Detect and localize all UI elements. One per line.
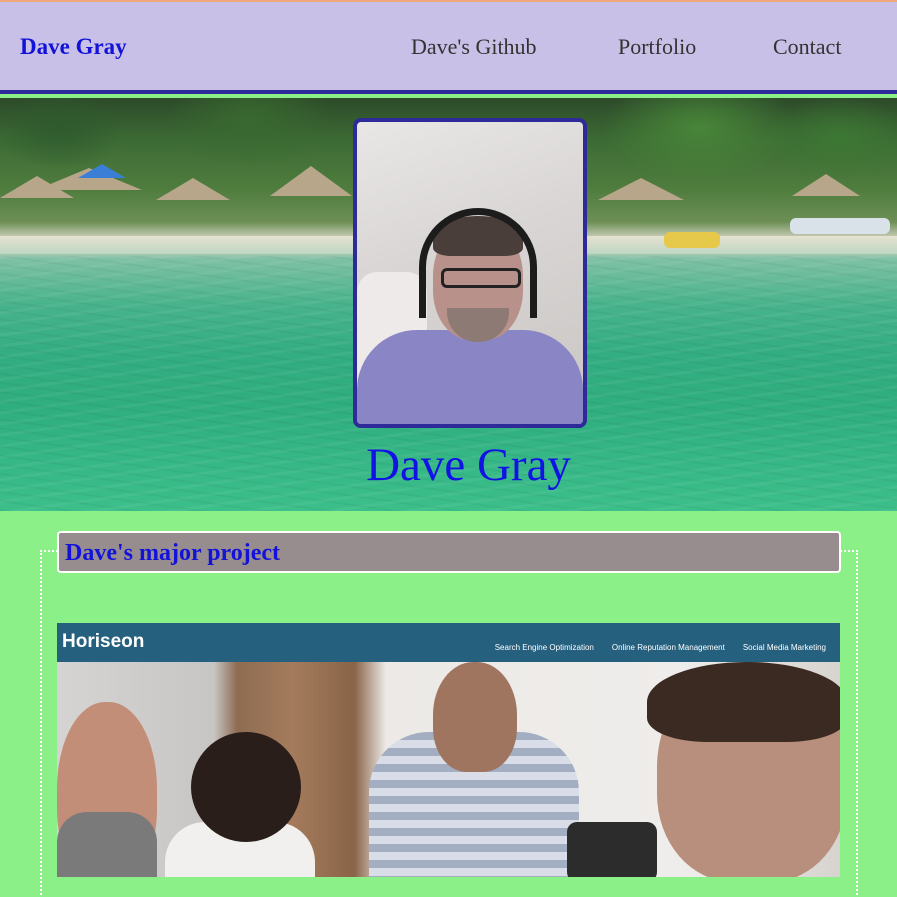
photo-person (191, 732, 301, 842)
screenshot-team-photo (57, 662, 840, 877)
beach-boat (790, 218, 890, 234)
photo-person (433, 662, 517, 772)
nav-link-github[interactable]: Dave's Github (411, 34, 537, 60)
profile-photo (353, 118, 587, 428)
project-heading: Dave's major project (57, 531, 841, 573)
screenshot-logo: Horiseon (62, 631, 145, 652)
site-header: Dave Gray Dave's Github Portfolio Contac… (0, 0, 897, 94)
photo-headset (419, 208, 537, 318)
beach-float (664, 232, 720, 248)
project-screenshot[interactable]: Horiseon Search Engine Optimization Onli… (57, 623, 840, 877)
screenshot-navbar: Horiseon Search Engine Optimization Onli… (57, 623, 840, 662)
nav-link-contact[interactable]: Contact (773, 34, 841, 60)
screenshot-link: Social Media Marketing (742, 643, 826, 652)
photo-chair (567, 822, 657, 877)
screenshot-links: Search Engine Optimization Online Reputa… (481, 637, 826, 655)
nav-link-portfolio[interactable]: Portfolio (618, 34, 696, 60)
photo-person (647, 662, 840, 742)
photo-person (57, 812, 157, 877)
hero-name: Dave Gray (366, 439, 571, 491)
brand-link[interactable]: Dave Gray (20, 34, 127, 60)
photo-shirt (357, 330, 583, 424)
screenshot-link: Search Engine Optimization (494, 643, 594, 652)
screenshot-link: Online Reputation Management (611, 643, 725, 652)
